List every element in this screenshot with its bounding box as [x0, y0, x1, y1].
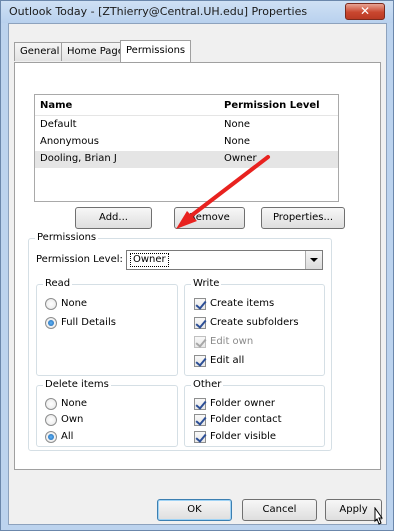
read-none-radio[interactable] — [45, 298, 57, 310]
delete-items-group: Delete items None Own All — [36, 379, 178, 447]
edit-all-checkbox[interactable] — [194, 355, 206, 367]
folder-contact-label: Folder contact — [210, 414, 282, 425]
delete-all-radio[interactable] — [45, 431, 57, 443]
permission-level-select[interactable]: Owner — [126, 250, 323, 270]
row-level: None — [224, 136, 251, 147]
folder-visible-label: Folder visible — [210, 431, 277, 442]
write-group: Write Create items Create subfolders Edi… — [184, 278, 325, 376]
delete-own-label: Own — [61, 414, 84, 425]
add-button[interactable]: Add... — [75, 207, 152, 229]
list-row[interactable]: Default None — [35, 117, 338, 134]
folder-owner-checkbox[interactable] — [194, 398, 206, 410]
delete-all-label: All — [61, 431, 74, 442]
create-items-checkbox[interactable] — [194, 298, 206, 310]
create-subfolders-label: Create subfolders — [210, 317, 299, 328]
folder-visible-checkbox[interactable] — [194, 431, 206, 443]
delete-none-radio[interactable] — [45, 398, 57, 410]
create-items-label: Create items — [210, 298, 275, 309]
list-row[interactable]: Anonymous None — [35, 134, 338, 151]
remove-button[interactable]: Remove — [174, 207, 245, 229]
edit-own-checkbox[interactable] — [194, 336, 206, 348]
row-name: Default — [40, 119, 77, 130]
permission-list[interactable]: Name Permission Level Default None Anony… — [34, 94, 339, 202]
list-row[interactable]: Dooling, Brian J Owner — [35, 151, 338, 168]
dialog-client: General Home Page Permissions Name Permi… — [8, 23, 387, 525]
edit-all-label: Edit all — [210, 355, 245, 366]
close-button[interactable]: ✕ — [345, 3, 385, 20]
column-name-header[interactable]: Name — [40, 100, 72, 111]
read-group: Read None Full Details — [36, 278, 178, 376]
chevron-down-icon[interactable] — [305, 251, 322, 269]
permission-level-label: Permission Level: — [36, 254, 123, 265]
column-level-header[interactable]: Permission Level — [224, 100, 320, 111]
folder-contact-checkbox[interactable] — [194, 414, 206, 426]
delete-own-radio[interactable] — [45, 414, 57, 426]
mouse-cursor-icon — [374, 507, 383, 525]
row-name: Anonymous — [40, 136, 99, 147]
read-group-title: Read — [43, 278, 73, 289]
other-group-title: Other — [191, 379, 224, 390]
delete-none-label: None — [61, 398, 88, 409]
folder-owner-label: Folder owner — [210, 398, 275, 409]
row-name: Dooling, Brian J — [40, 153, 117, 164]
list-header: Name Permission Level — [35, 95, 338, 116]
row-level: None — [224, 119, 251, 130]
cancel-button[interactable]: Cancel — [242, 499, 317, 521]
window-title: Outlook Today - [ZThierry@Central.UH.edu… — [9, 5, 308, 18]
tab-general[interactable]: General — [14, 42, 66, 61]
create-subfolders-checkbox[interactable] — [194, 317, 206, 329]
write-group-title: Write — [191, 278, 222, 289]
read-none-label: None — [61, 298, 88, 309]
row-level: Owner — [224, 153, 257, 164]
permissions-group-title: Permissions — [35, 232, 99, 243]
read-full-details-radio[interactable] — [45, 317, 57, 329]
properties-button[interactable]: Properties... — [261, 207, 345, 229]
permission-level-value: Owner — [130, 253, 169, 267]
permissions-tab-page: Name Permission Level Default None Anony… — [14, 62, 381, 470]
delete-items-group-title: Delete items — [43, 379, 111, 390]
properties-window: Outlook Today - [ZThierry@Central.UH.edu… — [0, 0, 394, 531]
tab-permissions[interactable]: Permissions — [120, 40, 192, 62]
close-icon: ✕ — [359, 4, 371, 18]
ok-button[interactable]: OK — [157, 499, 232, 521]
other-group: Other Folder owner Folder contact Folder… — [184, 379, 325, 447]
read-full-details-label: Full Details — [61, 317, 116, 328]
title-bar[interactable]: Outlook Today - [ZThierry@Central.UH.edu… — [1, 1, 393, 23]
edit-own-label: Edit own — [210, 336, 254, 347]
permissions-group: Permissions Permission Level: Owner Read… — [28, 232, 332, 451]
